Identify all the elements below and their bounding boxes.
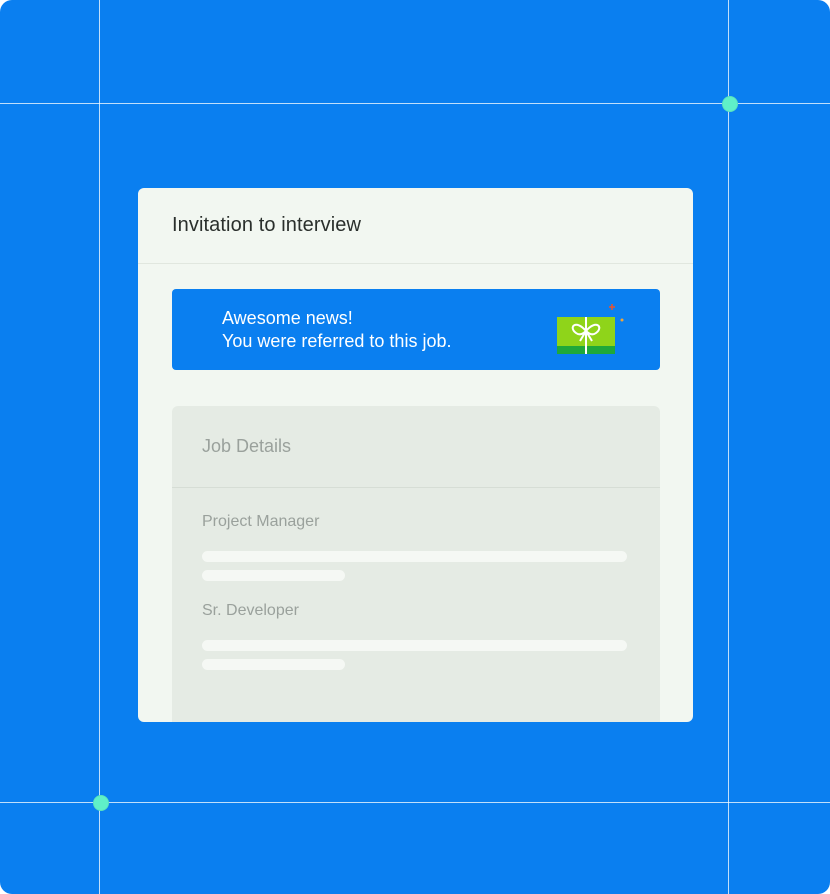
job-item[interactable]: Project Manager <box>202 512 628 581</box>
card-title: Invitation to interview <box>172 214 362 236</box>
referral-banner: Awesome news! You were referred to this … <box>172 289 660 370</box>
banner-subtext: You were referred to this job. <box>222 331 452 351</box>
skeleton-line <box>202 551 627 562</box>
skeleton-line <box>202 570 345 581</box>
resize-handle-top-right[interactable] <box>722 96 738 112</box>
job-details-header: Job Details <box>172 406 660 488</box>
guide-line-vertical-right <box>728 0 729 894</box>
guide-line-horizontal-bottom <box>0 802 830 803</box>
job-name: Project Manager <box>202 513 320 530</box>
canvas-background: Invitation to interview Awesome news! Yo… <box>0 0 830 894</box>
banner-message: Awesome news! You were referred to this … <box>222 307 451 353</box>
job-details-panel: Job Details Project Manager Sr. Develope… <box>172 406 660 722</box>
skeleton-line <box>202 640 627 651</box>
card-header: Invitation to interview <box>138 188 693 264</box>
gift-icon <box>557 304 624 354</box>
guide-line-vertical-left <box>99 0 100 894</box>
job-details-title: Job Details <box>202 436 292 456</box>
banner-headline: Awesome news! <box>222 308 353 328</box>
job-item[interactable]: Sr. Developer <box>202 601 628 670</box>
skeleton-line <box>202 659 345 670</box>
resize-handle-bottom-left[interactable] <box>93 795 109 811</box>
interview-invitation-card: Invitation to interview Awesome news! Yo… <box>138 188 693 722</box>
guide-line-horizontal-top <box>0 103 830 104</box>
job-name: Sr. Developer <box>202 602 299 619</box>
